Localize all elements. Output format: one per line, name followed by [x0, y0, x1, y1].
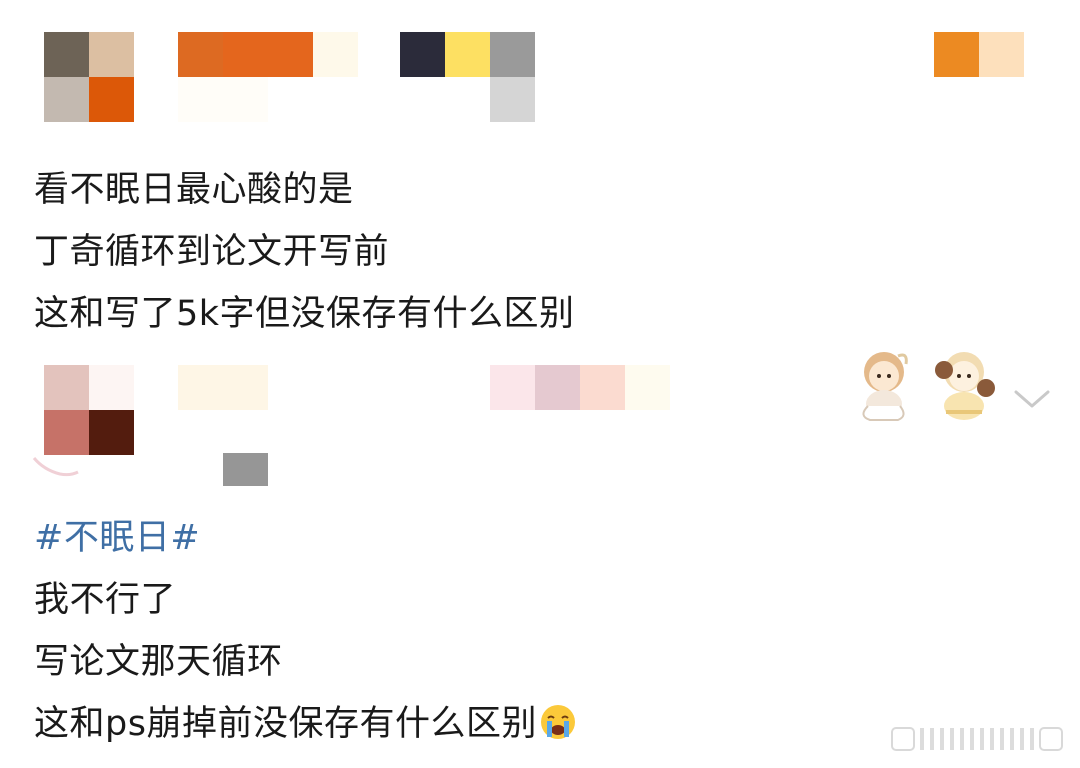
mosaic-tile [625, 365, 670, 410]
mosaic-thumbnail-row-top [0, 0, 1080, 130]
post-line-2: 丁奇循环到论文开写前 [34, 232, 390, 272]
post-line-1: 看不眠日最心酸的是 [34, 170, 354, 210]
mosaic-tile [445, 32, 490, 77]
crying-face-emoji [540, 705, 575, 739]
post-line-6: 这和ps崩掉前没保存有什么区别 [34, 694, 577, 754]
mosaic-tile [490, 32, 535, 77]
doodle-icon [32, 457, 79, 477]
mosaic-tile [535, 365, 580, 410]
mosaic-tile [223, 32, 313, 77]
mosaic-tile [44, 77, 89, 122]
mosaic-tile [89, 32, 134, 77]
mosaic-tile [44, 32, 89, 77]
mosaic-tile [89, 410, 134, 455]
mosaic-tile [490, 365, 535, 410]
cartoon-sticker-icon [862, 352, 995, 421]
post-line-3: 这和写了5k字但没保存有什么区别 [34, 294, 575, 334]
mosaic-tile [313, 32, 358, 77]
post-line-4: 我不行了 [34, 580, 177, 620]
mosaic-tile [178, 365, 268, 410]
post-line-5: 写论文那天循环 [34, 642, 283, 682]
mosaic-tile [490, 77, 535, 122]
mosaic-tile [178, 77, 268, 122]
watermark-logo-icon [891, 727, 1063, 751]
chevron-down-icon[interactable] [1012, 386, 1052, 412]
post-line-6-text: 这和ps崩掉前没保存有什么区别 [34, 704, 537, 744]
mosaic-tile [580, 365, 625, 410]
mosaic-tile [979, 32, 1024, 77]
mosaic-tile [44, 365, 89, 410]
mosaic-tile [89, 77, 134, 122]
mosaic-tile [400, 32, 445, 77]
mosaic-tile [223, 453, 268, 486]
mosaic-tile [178, 32, 224, 77]
mosaic-tile [89, 365, 134, 410]
mosaic-tile [934, 32, 979, 77]
hashtag-link[interactable]: #不眠日# [34, 508, 200, 568]
